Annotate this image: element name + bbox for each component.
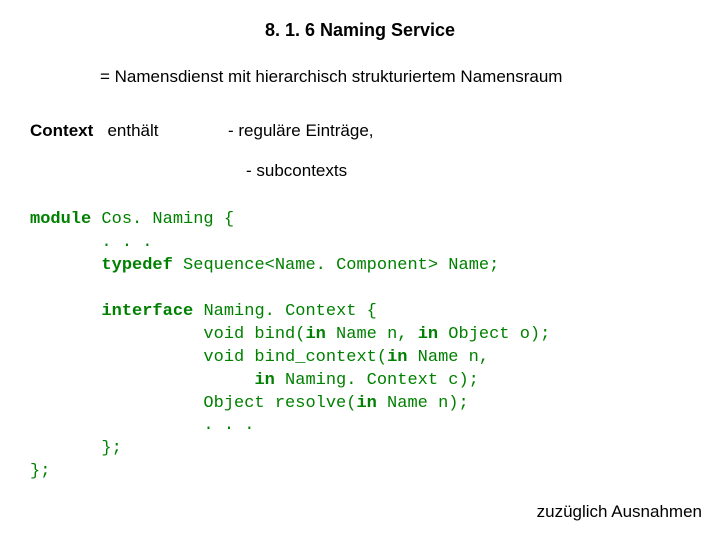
definition-line: = Namensdienst mit hierarchisch struktur… [0,41,720,87]
code-text: Name n, [326,325,418,344]
code-text: }; [30,439,122,458]
code-text [30,302,101,321]
code-text [30,371,254,390]
code-text: . . . [30,233,152,252]
section-heading: 8. 1. 6 Naming Service [0,0,720,41]
code-text: Object o); [438,325,550,344]
code-text: Name n, [407,348,489,367]
context-row: Context enthält - reguläre Einträge, [0,87,720,141]
kw-in: in [387,348,407,367]
kw-interface: interface [101,302,193,321]
kw-in: in [418,325,438,344]
kw-typedef: typedef [101,256,172,275]
code-text: Naming. Context { [193,302,377,321]
code-text: Cos. Naming { [91,210,234,229]
code-text [30,279,40,298]
kw-module: module [30,210,91,229]
code-text: Object resolve( [30,394,356,413]
code-text [30,256,101,275]
context-item-2: - subcontexts [0,141,720,181]
code-text: }; [30,462,50,481]
code-text: void bind_context( [30,348,387,367]
context-item-1: - reguläre Einträge, [228,121,374,140]
kw-in: in [356,394,376,413]
code-text: Naming. Context c); [275,371,479,390]
code-text: Name n); [377,394,469,413]
kw-in: in [305,325,325,344]
footer-note: zuzüglich Ausnahmen [537,502,702,522]
code-text: . . . [30,416,254,435]
code-text: void bind( [30,325,305,344]
context-verb-text: enthält [107,121,158,140]
code-text: Sequence<Name. Component> Name; [173,256,499,275]
code-block: module Cos. Naming { . . . typedef Seque… [0,181,720,484]
kw-in: in [254,371,274,390]
context-label: Context [30,121,93,140]
